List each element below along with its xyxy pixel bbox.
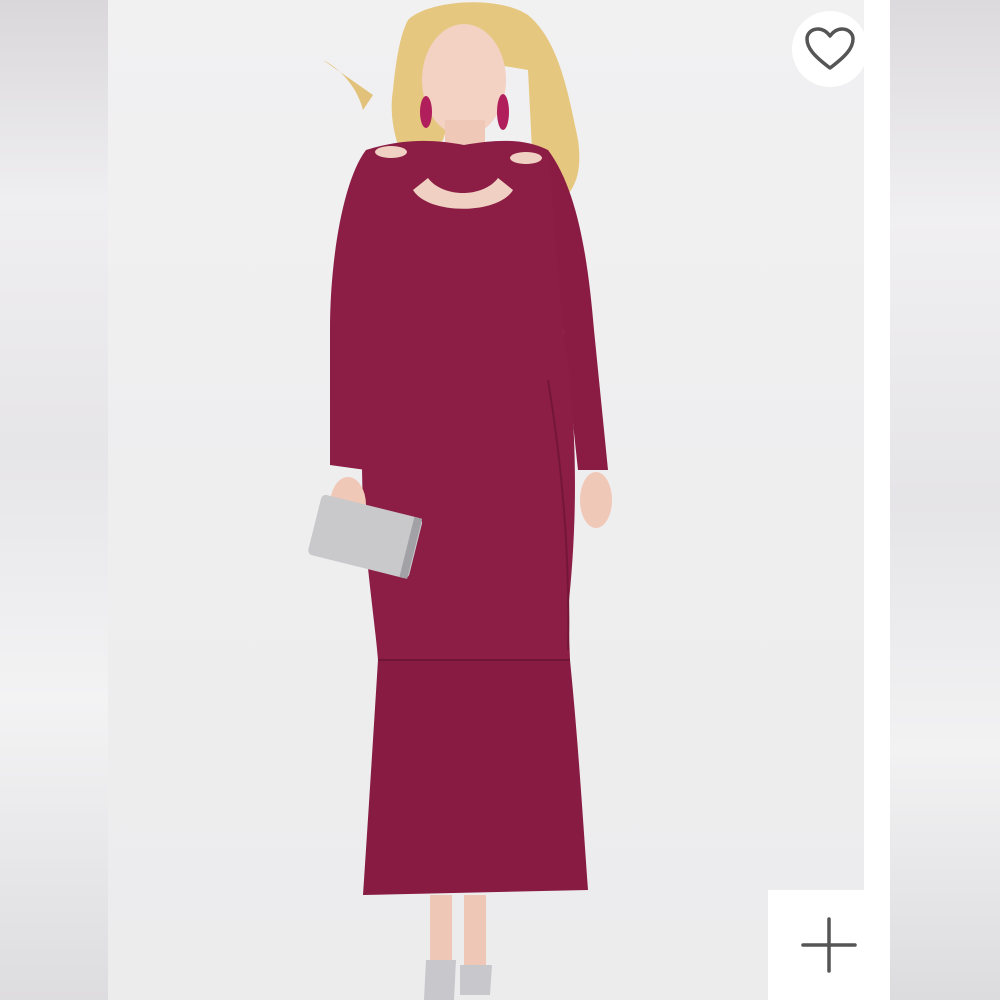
heart-outline-icon (805, 27, 855, 70)
plus-icon (801, 917, 857, 973)
left-blurred-panel (0, 0, 108, 1000)
right-gutter (864, 0, 890, 1000)
product-image[interactable] (108, 0, 864, 1000)
wishlist-button[interactable]: Add to wishlist (792, 11, 868, 87)
right-blurred-panel (890, 0, 1000, 1000)
add-button[interactable]: Add (768, 890, 890, 1000)
product-illustration (308, 2, 612, 1000)
